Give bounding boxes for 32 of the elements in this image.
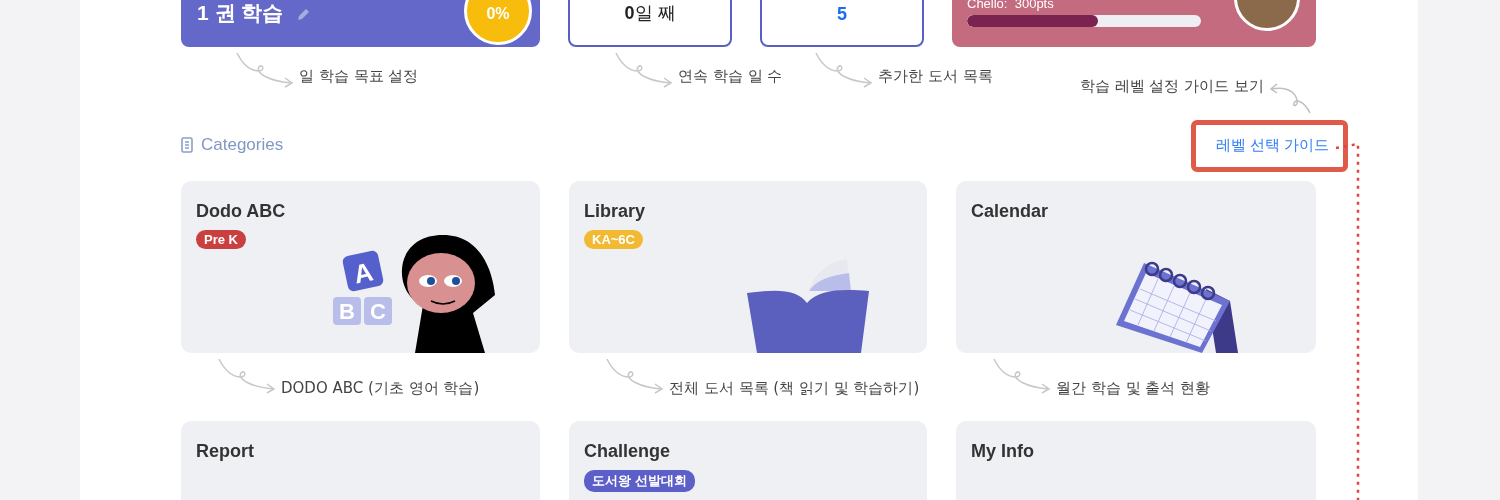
category-title: Report — [196, 441, 254, 462]
goal-value: 1 권 학습 — [197, 0, 284, 26]
category-card[interactable]: Calendar — [956, 181, 1316, 353]
percent-value: 0% — [486, 5, 510, 23]
annotation-text: DODO ABC (기초 영어 학습) — [281, 379, 480, 398]
category-title: Library — [584, 201, 646, 222]
category-title: Dodo ABC — [196, 201, 286, 222]
category-card[interactable]: Library KA~6C — [569, 181, 927, 353]
stat-card[interactable]: 5 — [760, 0, 924, 47]
annotation-text: 일 학습 목표 설정 — [299, 67, 419, 86]
category-card[interactable]: Dodo ABC Pre K A B C — [181, 181, 540, 353]
stat-value: 5 — [837, 4, 847, 25]
category-card[interactable]: Challenge 도서왕 선발대회 — [569, 421, 927, 500]
level-guide-link[interactable]: 레벨 선택 가이드 — [1190, 120, 1348, 172]
annotation-text: 월간 학습 및 출석 현황 — [1056, 379, 1211, 398]
annotation-text: 학습 레벨 설정 가이드 보기 — [1079, 77, 1264, 96]
stat-card[interactable]: 0일 째 — [568, 0, 732, 47]
category-card[interactable]: My Info — [956, 421, 1316, 500]
category-title: My Info — [971, 441, 1034, 462]
annotation-text: 연속 학습 일 수 — [678, 67, 783, 86]
category-title: Calendar — [971, 201, 1049, 222]
level-badge: Pre K — [196, 230, 246, 249]
level-badge: KA~6C — [584, 230, 643, 249]
section-title: Categories — [201, 135, 284, 155]
annotation-text: 추가한 도서 목록 — [878, 67, 993, 86]
stat-value: 0일 째 — [624, 2, 676, 25]
annotation-text: 전체 도서 목록 (책 읽기 및 학습하기) — [669, 379, 920, 398]
document-icon — [181, 137, 193, 153]
category-card[interactable]: Report — [181, 421, 540, 500]
category-title: Challenge — [584, 441, 671, 462]
level-badge: 도서왕 선발대회 — [584, 470, 695, 492]
pencil-icon[interactable] — [295, 7, 312, 23]
